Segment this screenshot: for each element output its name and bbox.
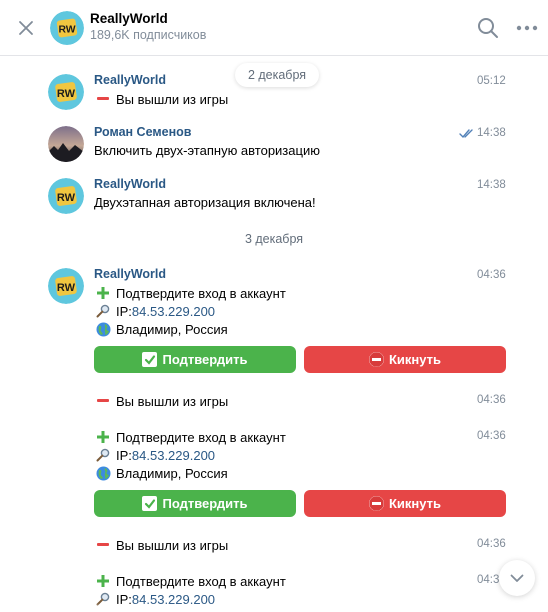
message-text-content: Вы вышли из игры xyxy=(116,91,229,107)
location-line: Владимир, Россия xyxy=(94,321,228,337)
message-text: Двухэтапная авторизация включена! xyxy=(94,195,316,210)
message-text-content: Вы вышли из игры xyxy=(116,537,229,553)
date-separator: 2 декабря xyxy=(235,63,319,87)
plus-icon xyxy=(94,285,112,301)
search-button[interactable] xyxy=(476,16,500,40)
channel-title[interactable]: ReallyWorld xyxy=(90,11,168,26)
read-status-icon xyxy=(459,129,473,139)
search-icon xyxy=(478,18,498,38)
globe-icon xyxy=(94,465,112,481)
sender-name[interactable]: ReallyWorld xyxy=(94,267,166,281)
message-text: Вы вышли из игры xyxy=(94,91,228,107)
confirm-login-text: Подтвердите вход в аккаунт xyxy=(94,285,286,301)
message-time: 04:36 xyxy=(477,538,506,550)
message-text: Включить двух-этапную авторизацию xyxy=(94,143,320,158)
location-line: Владимир, Россия xyxy=(94,465,228,481)
sender-name[interactable]: ReallyWorld xyxy=(94,73,166,87)
subscriber-count: 189,6K подписчиков xyxy=(90,28,207,42)
ip-label: IP: xyxy=(116,303,132,319)
confirm-button[interactable]: Подтвердить xyxy=(94,346,296,373)
check-icon xyxy=(142,496,158,511)
ip-link[interactable]: 84.53.229.200 xyxy=(132,304,215,319)
minus-icon xyxy=(94,537,112,553)
more-button[interactable] xyxy=(514,16,540,40)
ip-label: IP: xyxy=(116,447,132,463)
confirm-text: Подтвердите вход в аккаунт xyxy=(116,429,286,445)
message-text-content: Вы вышли из игры xyxy=(116,393,229,409)
kick-button-label: Кикнуть xyxy=(388,496,442,511)
channel-avatar[interactable]: RW xyxy=(50,11,84,45)
magnifier-icon xyxy=(94,303,112,319)
sender-name[interactable]: ReallyWorld xyxy=(94,177,166,191)
message-text: Вы вышли из игры xyxy=(94,393,228,409)
sender-name[interactable]: Роман Семенов xyxy=(94,125,191,139)
sender-avatar[interactable]: RW xyxy=(48,74,84,110)
sender-avatar[interactable]: RW xyxy=(48,178,84,214)
message-time: 04:36 xyxy=(477,269,506,281)
confirm-login-text: Подтвердите вход в аккаунт xyxy=(94,429,286,445)
kick-button[interactable]: Кикнуть xyxy=(304,490,506,517)
more-icon xyxy=(516,25,538,31)
close-button[interactable] xyxy=(12,14,40,42)
no-entry-icon xyxy=(368,496,384,511)
message-time: 14:38 xyxy=(477,127,506,139)
ip-line: IP: 84.53.229.200 xyxy=(94,303,215,319)
message-text: Вы вышли из игры xyxy=(94,537,228,553)
no-entry-icon xyxy=(368,352,384,367)
check-icon xyxy=(142,352,158,367)
ip-line: IP: 84.53.229.200 xyxy=(94,447,215,463)
message-time: 04:36 xyxy=(477,394,506,406)
confirm-button-label: Подтвердить xyxy=(162,496,248,511)
kick-button[interactable]: Кикнуть xyxy=(304,346,506,373)
plus-icon xyxy=(94,429,112,445)
confirm-text: Подтвердите вход в аккаунт xyxy=(116,285,286,301)
message-time: 05:12 xyxy=(477,75,506,87)
chevron-down-icon xyxy=(510,574,524,582)
message-time: 04:3 xyxy=(477,574,500,586)
globe-icon xyxy=(94,321,112,337)
location-text: Владимир, Россия xyxy=(116,321,228,337)
location-text: Владимир, Россия xyxy=(116,465,228,481)
message-time: 14:38 xyxy=(477,179,506,191)
sender-avatar[interactable]: RW xyxy=(48,268,84,304)
confirm-text: Подтвердите вход в аккаунт xyxy=(116,573,286,589)
minus-icon xyxy=(94,91,112,107)
ip-link[interactable]: 84.53.229.200 xyxy=(132,448,215,463)
confirm-button-label: Подтвердить xyxy=(162,352,248,367)
date-separator: 3 декабря xyxy=(244,232,304,246)
svg-text:RW: RW xyxy=(58,25,75,36)
svg-text:RW: RW xyxy=(57,88,76,100)
confirm-button[interactable]: Подтвердить xyxy=(94,490,296,517)
kick-button-label: Кикнуть xyxy=(388,352,442,367)
svg-text:RW: RW xyxy=(57,192,76,204)
message-time: 04:36 xyxy=(477,430,506,442)
confirm-login-text: Подтвердите вход в аккаунт xyxy=(94,573,286,589)
scroll-down-button[interactable] xyxy=(499,560,535,596)
magnifier-icon xyxy=(94,447,112,463)
chat-header: RW ReallyWorld 189,6K подписчиков xyxy=(0,0,548,56)
close-icon xyxy=(19,21,33,35)
svg-text:RW: RW xyxy=(57,282,76,294)
bottom-fade xyxy=(0,603,548,612)
plus-icon xyxy=(94,573,112,589)
minus-icon xyxy=(94,393,112,409)
sender-avatar[interactable] xyxy=(48,126,84,162)
